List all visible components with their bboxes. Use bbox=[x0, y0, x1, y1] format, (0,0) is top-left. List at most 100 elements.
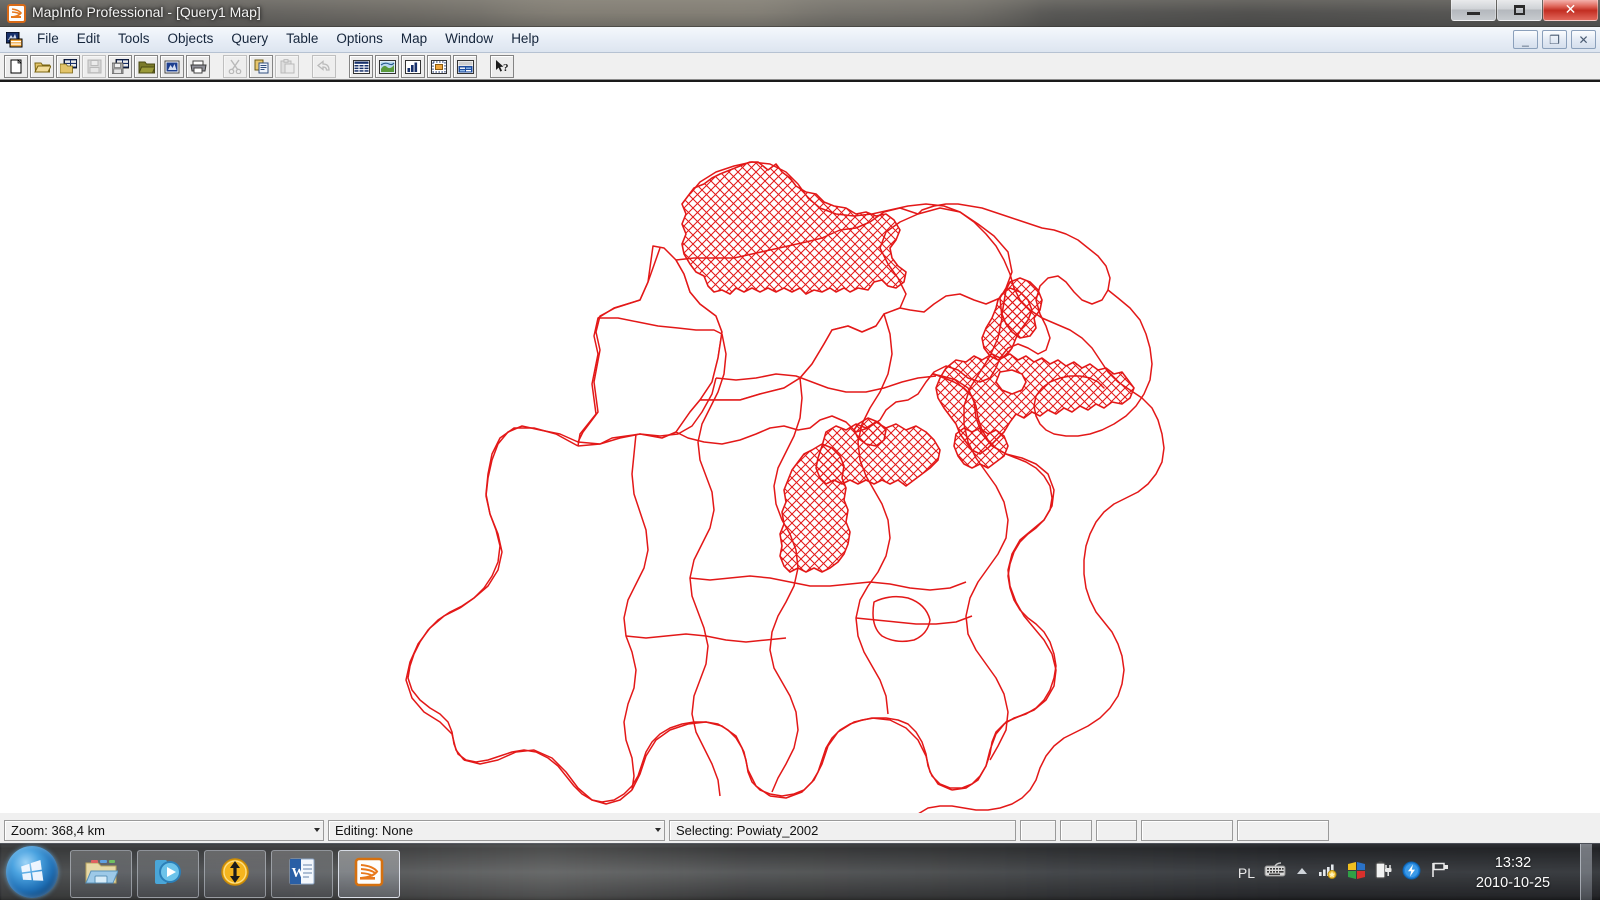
blue-lightning-icon[interactable] bbox=[1402, 861, 1421, 885]
mdi-minimize-button[interactable]: _ bbox=[1513, 30, 1538, 49]
taskbar-item-word[interactable]: W bbox=[271, 850, 333, 898]
save-workspace-icon[interactable] bbox=[108, 55, 132, 78]
status-selecting-label: Selecting: Powiaty_2002 bbox=[676, 822, 819, 838]
colored-squares-icon[interactable] bbox=[1347, 861, 1366, 885]
menu-tools-label: Tools bbox=[118, 31, 150, 47]
minimize-button[interactable] bbox=[1451, 0, 1496, 21]
status-zoom-label: Zoom: 368,4 km bbox=[11, 822, 105, 838]
status-editing-label: Editing: None bbox=[335, 822, 414, 838]
new-layout-icon[interactable] bbox=[427, 55, 451, 78]
menu-table-label: Table bbox=[286, 31, 319, 47]
status-editing[interactable]: Editing: None bbox=[328, 819, 665, 841]
menu-tools[interactable]: Tools bbox=[109, 29, 159, 50]
menu-options[interactable]: Options bbox=[327, 29, 392, 50]
open-workspace-icon[interactable] bbox=[56, 55, 80, 78]
new-grapher-icon[interactable] bbox=[401, 55, 425, 78]
menu-edit[interactable]: Edit bbox=[68, 29, 109, 50]
battery-plug-icon[interactable] bbox=[1375, 860, 1393, 885]
status-zoom[interactable]: Zoom: 368,4 km bbox=[4, 819, 324, 841]
new-table-icon[interactable] bbox=[4, 55, 28, 78]
taskbar-item-utility[interactable] bbox=[204, 850, 266, 898]
window-title: MapInfo Professional - [Query1 Map] bbox=[32, 4, 261, 20]
explorer-icon bbox=[84, 857, 119, 892]
resize-grip-icon bbox=[655, 828, 661, 832]
menu-edit-label: Edit bbox=[76, 31, 101, 47]
copy-icon[interactable] bbox=[249, 55, 273, 78]
menu-bar: File Edit Tools Objects Query Table Opti… bbox=[0, 27, 1600, 53]
menu-map[interactable]: Map bbox=[392, 29, 436, 50]
mapinfo-document-icon[interactable] bbox=[5, 31, 23, 48]
menu-query[interactable]: Query bbox=[222, 29, 277, 50]
status-pane-8 bbox=[1237, 819, 1329, 841]
system-tray: PL 13:32 2010-10-25 bbox=[1238, 844, 1600, 900]
cut-icon bbox=[223, 55, 247, 78]
tray-language[interactable]: PL bbox=[1238, 865, 1255, 881]
selected-region-east-lower[interactable] bbox=[953, 427, 1009, 469]
close-button[interactable]: ✕ bbox=[1543, 0, 1598, 21]
taskbar-item-mapinfo[interactable] bbox=[338, 850, 400, 898]
menu-options-label: Options bbox=[336, 31, 383, 47]
status-selecting[interactable]: Selecting: Powiaty_2002 bbox=[669, 819, 1016, 841]
taskbar-item-media-player[interactable] bbox=[137, 850, 199, 898]
selected-region-north[interactable] bbox=[681, 161, 907, 295]
menu-objects-label: Objects bbox=[167, 31, 214, 47]
mdi-window-controls: _ ❐ ✕ bbox=[1513, 30, 1596, 49]
resize-grip-icon bbox=[314, 828, 320, 832]
status-pane-7 bbox=[1141, 819, 1233, 841]
mdi-minimize-icon: _ bbox=[1522, 32, 1529, 47]
menu-objects[interactable]: Objects bbox=[159, 29, 223, 50]
new-browser-icon[interactable] bbox=[349, 55, 373, 78]
maximize-button[interactable] bbox=[1497, 0, 1542, 21]
clock-date: 2010-10-25 bbox=[1475, 874, 1551, 891]
network-signal-icon[interactable] bbox=[1318, 861, 1338, 884]
open-table-icon[interactable] bbox=[30, 55, 54, 78]
menu-map-label: Map bbox=[400, 31, 428, 47]
word-icon: W bbox=[287, 857, 317, 892]
map-window[interactable] bbox=[0, 80, 1600, 815]
menu-window-label: Window bbox=[445, 31, 494, 47]
selected-region-east-arm[interactable] bbox=[981, 287, 1033, 361]
help-pointer-icon[interactable]: ? bbox=[490, 55, 514, 78]
menu-file[interactable]: File bbox=[28, 29, 68, 50]
new-redistrict-icon[interactable] bbox=[453, 55, 477, 78]
taskbar-clock[interactable]: 13:32 2010-10-25 bbox=[1459, 853, 1567, 893]
mdi-restore-icon: ❐ bbox=[1549, 32, 1560, 47]
window-controls: ✕ bbox=[1451, 0, 1598, 21]
mdi-close-icon: ✕ bbox=[1578, 32, 1589, 47]
mapinfo-icon bbox=[354, 857, 384, 892]
resize-arrows-icon bbox=[220, 857, 250, 892]
new-mapper-icon[interactable] bbox=[375, 55, 399, 78]
clock-time: 13:32 bbox=[1494, 854, 1532, 871]
menu-table[interactable]: Table bbox=[277, 29, 327, 50]
chevron-up-icon[interactable] bbox=[1295, 864, 1309, 882]
keyboard-icon[interactable] bbox=[1264, 862, 1286, 883]
taskbar-item-explorer[interactable] bbox=[70, 850, 132, 898]
status-pane-6 bbox=[1096, 819, 1137, 841]
powiaty-layer bbox=[407, 203, 1153, 803]
mdi-close-button[interactable]: ✕ bbox=[1571, 30, 1596, 49]
menu-file-label: File bbox=[37, 31, 59, 47]
menu-window[interactable]: Window bbox=[436, 29, 502, 50]
menu-help-label: Help bbox=[511, 31, 539, 47]
paste-icon bbox=[275, 55, 299, 78]
open-folder-icon[interactable] bbox=[134, 55, 158, 78]
map-enclave[interactable] bbox=[872, 595, 931, 643]
map-canvas[interactable] bbox=[0, 82, 1600, 815]
mdi-restore-button[interactable]: ❐ bbox=[1542, 30, 1567, 49]
flag-icon[interactable] bbox=[1430, 861, 1450, 884]
taskbar-apps: W bbox=[70, 844, 400, 900]
svg-text:?: ? bbox=[503, 62, 509, 74]
mapinfo-icon bbox=[7, 4, 26, 23]
menu-query-label: Query bbox=[231, 31, 269, 47]
selected-region-central-vertical[interactable] bbox=[779, 443, 851, 573]
status-bar: Zoom: 368,4 km Editing: None Selecting: … bbox=[0, 813, 1600, 843]
start-orb-icon[interactable] bbox=[6, 846, 58, 898]
menu-help[interactable]: Help bbox=[502, 29, 548, 50]
show-desktop-button[interactable] bbox=[1580, 844, 1592, 900]
desktop: MapInfo Professional - [Query1 Map] ✕ Fi… bbox=[0, 0, 1600, 900]
status-pane-4 bbox=[1020, 819, 1056, 841]
print-icon[interactable] bbox=[186, 55, 210, 78]
print-preview-icon[interactable] bbox=[160, 55, 184, 78]
window-titlebar: MapInfo Professional - [Query1 Map] ✕ bbox=[0, 0, 1600, 27]
status-pane-5 bbox=[1060, 819, 1092, 841]
